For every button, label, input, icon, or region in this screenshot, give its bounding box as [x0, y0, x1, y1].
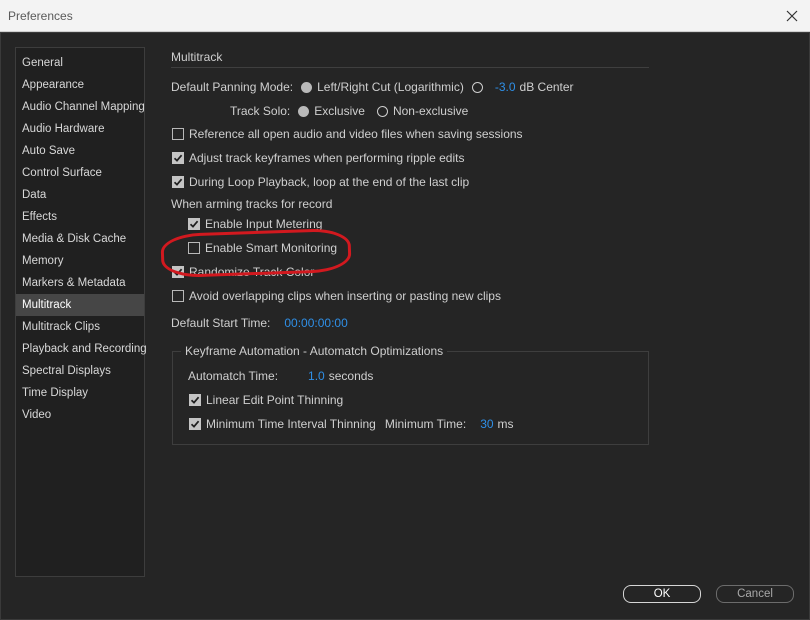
automatch-unit: seconds	[328, 369, 374, 383]
cancel-button[interactable]: Cancel	[716, 585, 794, 603]
arming-label-row: When arming tracks for record	[171, 197, 332, 211]
smart-monitoring-label: Enable Smart Monitoring	[205, 241, 338, 255]
default-start-row: Default Start Time: 00:00:00:00	[171, 316, 348, 330]
checkmark-icon	[173, 178, 183, 186]
loop-playback-row: During Loop Playback, loop at the end of…	[172, 175, 469, 189]
min-interval-row: Minimum Time Interval Thinning Minimum T…	[189, 417, 514, 431]
min-time-unit: ms	[497, 417, 514, 431]
panning-db-value[interactable]: -3.0	[495, 80, 516, 94]
sidebar-item-playback-recording[interactable]: Playback and Recording	[16, 338, 147, 360]
sidebar-item-multitrack-clips[interactable]: Multitrack Clips	[16, 316, 144, 338]
section-title: Multitrack	[171, 50, 223, 64]
avoid-overlap-checkbox[interactable]	[172, 290, 184, 302]
track-solo-option1-label: Exclusive	[314, 104, 365, 118]
keyframe-group-title: Keyframe Automation - Automatch Optimiza…	[181, 344, 448, 358]
reference-all-label: Reference all open audio and video files…	[189, 127, 523, 141]
sidebar-item-control-surface[interactable]: Control Surface	[16, 162, 144, 184]
automatch-value[interactable]: 1.0	[308, 369, 325, 383]
arming-label: When arming tracks for record	[171, 197, 333, 211]
window-title: Preferences	[8, 9, 73, 23]
randomize-color-label: Randomize Track Color	[189, 265, 315, 279]
sidebar: General Appearance Audio Channel Mapping…	[15, 47, 147, 577]
randomize-color-checkbox[interactable]	[172, 266, 184, 278]
smart-monitoring-checkbox[interactable]	[188, 242, 200, 254]
sidebar-item-spectral-displays[interactable]: Spectral Displays	[16, 360, 144, 382]
default-start-label: Default Start Time:	[171, 316, 271, 330]
sidebar-item-media-disk-cache[interactable]: Media & Disk Cache	[16, 228, 144, 250]
automatch-row: Automatch Time: 1.0 seconds	[188, 369, 373, 383]
title-bar: Preferences	[0, 0, 810, 32]
loop-playback-checkbox[interactable]	[172, 176, 184, 188]
sidebar-item-audio-channel-mapping[interactable]: Audio Channel Mapping	[16, 96, 145, 118]
randomize-color-row: Randomize Track Color	[172, 265, 314, 279]
min-interval-label: Minimum Time Interval Thinning	[206, 417, 376, 431]
checkmark-icon	[190, 420, 200, 428]
checkmark-icon	[173, 154, 183, 162]
track-solo-row: Track Solo: Exclusive Non-exclusive	[230, 104, 468, 118]
panning-option2-label: dB Center	[519, 80, 574, 94]
track-solo-radio-nonexclusive[interactable]	[376, 105, 388, 117]
sidebar-item-auto-save[interactable]: Auto Save	[16, 140, 144, 162]
sidebar-item-video[interactable]: Video	[16, 404, 144, 426]
checkmark-icon	[189, 220, 199, 228]
sidebar-item-time-display[interactable]: Time Display	[16, 382, 144, 404]
avoid-overlap-label: Avoid overlapping clips when inserting o…	[189, 289, 501, 303]
default-start-value[interactable]: 00:00:00:00	[284, 316, 347, 330]
adjust-keyframes-checkbox[interactable]	[172, 152, 184, 164]
panning-radio-db-center[interactable]	[471, 81, 483, 93]
sidebar-item-effects[interactable]: Effects	[16, 206, 144, 228]
reference-all-checkbox[interactable]	[172, 128, 184, 140]
input-metering-checkbox[interactable]	[188, 218, 200, 230]
track-solo-label: Track Solo:	[230, 104, 291, 118]
smart-monitoring-row: Enable Smart Monitoring	[188, 241, 337, 255]
checkmark-icon	[190, 396, 200, 404]
sidebar-item-markers-metadata[interactable]: Markers & Metadata	[16, 272, 144, 294]
close-icon[interactable]	[780, 4, 804, 28]
sidebar-item-general[interactable]: General	[16, 52, 144, 74]
reference-all-row: Reference all open audio and video files…	[172, 127, 523, 141]
input-metering-row: Enable Input Metering	[188, 217, 322, 231]
input-metering-label: Enable Input Metering	[205, 217, 323, 231]
adjust-keyframes-label: Adjust track keyframes when performing r…	[189, 151, 465, 165]
linear-thinning-label: Linear Edit Point Thinning	[206, 393, 344, 407]
sidebar-item-audio-hardware[interactable]: Audio Hardware	[16, 118, 144, 140]
checkmark-icon	[173, 268, 183, 276]
sidebar-item-memory[interactable]: Memory	[16, 250, 144, 272]
min-time-label: Minimum Time:	[384, 417, 467, 431]
track-solo-option2-label: Non-exclusive	[392, 104, 469, 118]
ok-button[interactable]: OK	[623, 585, 701, 603]
panning-option1-label: Left/Right Cut (Logarithmic)	[317, 80, 464, 94]
loop-playback-label: During Loop Playback, loop at the end of…	[189, 175, 470, 189]
preferences-dialog: General Appearance Audio Channel Mapping…	[0, 32, 810, 620]
sidebar-item-data[interactable]: Data	[16, 184, 144, 206]
min-time-value[interactable]: 30	[480, 417, 493, 431]
panning-mode-label: Default Panning Mode:	[171, 80, 294, 94]
sidebar-item-multitrack[interactable]: Multitrack	[16, 294, 144, 316]
sidebar-item-appearance[interactable]: Appearance	[16, 74, 144, 96]
automatch-label: Automatch Time:	[188, 369, 279, 383]
min-interval-checkbox[interactable]	[189, 418, 201, 430]
panning-radio-left-right-cut[interactable]	[301, 81, 313, 93]
panning-mode-row: Default Panning Mode: Left/Right Cut (Lo…	[171, 80, 574, 94]
linear-thinning-row: Linear Edit Point Thinning	[189, 393, 343, 407]
avoid-overlap-row: Avoid overlapping clips when inserting o…	[172, 289, 501, 303]
multitrack-panel: Multitrack Default Panning Mode: Left/Ri…	[157, 33, 657, 553]
linear-thinning-checkbox[interactable]	[189, 394, 201, 406]
adjust-keyframes-row: Adjust track keyframes when performing r…	[172, 151, 464, 165]
section-divider	[171, 67, 649, 68]
track-solo-radio-exclusive[interactable]	[298, 105, 310, 117]
